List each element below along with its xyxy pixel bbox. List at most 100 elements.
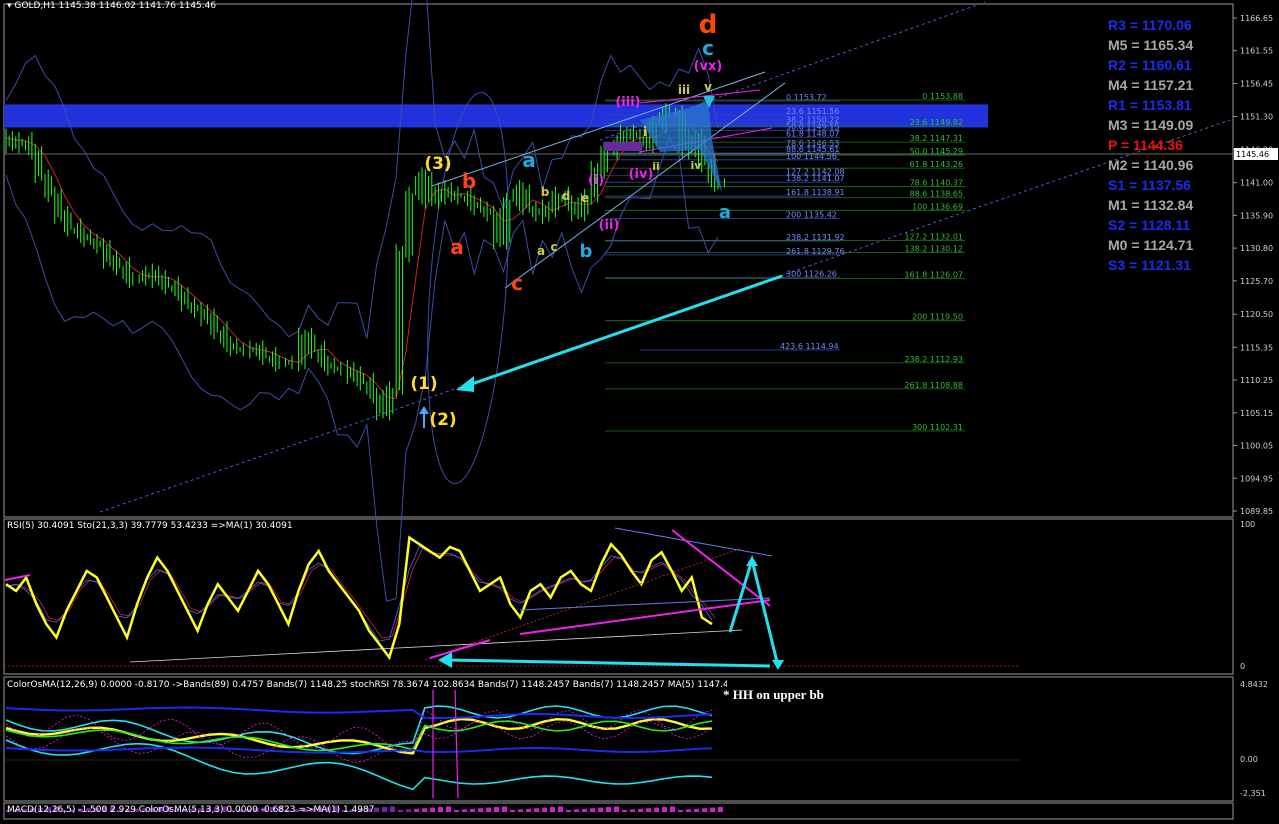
wave-label: (ii)	[599, 218, 620, 233]
fib-blue-label: 300 1126.26	[786, 269, 837, 278]
wave-label: v	[704, 80, 712, 94]
price-axis-tick-label: 1130.80	[1240, 244, 1273, 253]
rsi-header: RSI(5) 30.4091 Sto(21,3,3) 39.7779 53.42…	[7, 521, 293, 531]
rsi-magenta-low	[429, 639, 491, 659]
rsi-arrow-line	[447, 658, 771, 668]
wave-label: c	[702, 36, 714, 60]
fib-blue-label: 200 1135.42	[786, 210, 837, 219]
price-axis-tick-label: 1166.65	[1240, 14, 1273, 23]
pivot-level: M0 = 1124.71	[1108, 237, 1194, 253]
rsi-top-line	[614, 527, 773, 557]
hh-note: * HH on upper bb	[723, 687, 824, 702]
price-axis-tick-label: 1151.30	[1240, 113, 1273, 122]
wave-label: b	[462, 169, 476, 193]
wave-label: c	[550, 240, 557, 254]
fib-blue-label: 423.6 1114.94	[780, 342, 839, 351]
pivot-level: P = 1144.36	[1108, 137, 1183, 153]
rsi-axis-tick-label: 100	[1240, 520, 1255, 529]
pivot-level: R2 = 1160.61	[1108, 57, 1192, 73]
macd-header: MACD(12,26,5) -1.500 2.929 ColorOsMA(5,1…	[7, 805, 375, 815]
chart-header[interactable]: ▾ GOLD,H1 1145.38 1146.02 1141.76 1145.4…	[7, 1, 216, 12]
rsi-zigzag	[728, 554, 780, 667]
osma-axis-tick-label: 0.00	[1240, 755, 1258, 764]
price-axis-tick-label: 1115.35	[1240, 343, 1273, 352]
fib-green-label: 161.8 1126.07	[904, 270, 963, 279]
stoch-main-line	[5, 545, 713, 642]
rsi-zigzag-head-up	[746, 556, 758, 566]
wave-label: a	[719, 202, 731, 223]
fib-blue-label: 0 1153.72	[786, 93, 827, 102]
fib-blue-label: 100 1144.56	[786, 152, 837, 161]
price-axis-tick-label: 1094.95	[1240, 474, 1273, 483]
up-arrow-head	[419, 406, 429, 414]
fib-green-label: 50.0 1145.29	[910, 147, 963, 156]
rsi-layer	[4, 527, 1020, 670]
pivot-level: M1 = 1132.84	[1108, 197, 1194, 213]
pivot-level: S1 = 1137.56	[1108, 177, 1191, 193]
wave-label: a	[522, 148, 536, 172]
pivot-level: R1 = 1153.81	[1108, 97, 1192, 113]
osma-blue-top	[5, 706, 713, 720]
fib-green-label: 238.2 1112.93	[904, 355, 963, 364]
price-axis-tick-label: 1161.55	[1240, 47, 1273, 56]
rsi-panel-frame	[3, 518, 1234, 675]
fib-green-label: 300 1102.31	[912, 423, 963, 432]
wave-label: (1)	[410, 374, 437, 394]
fib-blue-label: 61.8 1148.07	[786, 129, 839, 138]
pivot-level: M4 = 1157.21	[1108, 77, 1194, 93]
price-axis-tick-label: 1100.05	[1240, 442, 1273, 451]
pivot-level: S2 = 1128.11	[1108, 217, 1191, 233]
rsi-blue-line	[519, 597, 771, 611]
wave-label: (i)	[588, 173, 604, 188]
wave-label: (2)	[429, 410, 456, 430]
dropdown-icon[interactable]: ▾	[7, 1, 12, 11]
purple-zone	[604, 142, 642, 151]
symbol-title: GOLD,H1	[14, 1, 56, 11]
price-axis-tick-label: 1120.50	[1240, 310, 1273, 319]
osma-layer	[4, 689, 1020, 799]
wave-label: iii	[678, 83, 690, 97]
wave-label: (3)	[424, 154, 451, 174]
rsi-dotted-line	[424, 547, 743, 661]
fib-green-label: 200 1119.50	[912, 313, 963, 322]
current-price-tag: 1145.46	[1236, 150, 1269, 159]
wave-label: (vx)	[694, 59, 723, 74]
fib-green-label: 0 1153.88	[922, 92, 963, 101]
osma-cyan-lower	[5, 739, 713, 791]
pivot-level: M3 = 1149.09	[1108, 117, 1194, 133]
price-axis-tick-label: 1110.25	[1240, 376, 1273, 385]
wave-label: (iii)	[615, 95, 640, 110]
chart-window[interactable]: 0 1153.72 23.6 1151.56 38.2 1150.22 50.0 11…	[0, 0, 1279, 820]
fib-blue-label: 138.2 1141.07	[786, 174, 845, 183]
pivot-level: S3 = 1121.31	[1108, 257, 1191, 273]
pivot-band	[4, 104, 988, 128]
wave-label: d	[562, 189, 571, 203]
wave-label: iv	[691, 159, 703, 172]
osma-axis-tick-label: -2.351	[1240, 789, 1266, 798]
price-panel-frame	[3, 3, 1234, 518]
fib-green-label: 261.8 1108.88	[904, 381, 963, 390]
bollinger-upper	[5, 0, 719, 339]
chart-canvas[interactable]: 0 1153.7223.6 1151.5638.2 1150.2250.0 11…	[0, 0, 1279, 820]
rsi-axis-tick-label: 0	[1240, 662, 1245, 671]
wave-label: e	[581, 191, 589, 205]
wave-label: a	[537, 244, 545, 258]
rsi-line	[5, 535, 713, 661]
rsi-zigzag-head-down	[772, 660, 784, 670]
wave-label: i	[643, 125, 647, 140]
fib-green-label: 100 1136.69	[912, 202, 963, 211]
price-axis-tick-label: 1089.85	[1240, 507, 1273, 516]
osma-axis-tick-label: 4.8432	[1240, 680, 1268, 689]
price-layer: 0 1153.7223.6 1151.5638.2 1150.2250.0 11…	[4, 0, 1233, 602]
price-axis-tick-label: 1156.45	[1240, 79, 1273, 88]
fib-blue-label: 161.8 1138.91	[786, 188, 845, 197]
wave-label: b	[580, 241, 593, 262]
ohlc-values: 1145.38 1146.02 1141.76 1145.46	[58, 1, 217, 11]
price-axis-tick-label: 1125.70	[1240, 277, 1273, 286]
wave-label: (iv)	[629, 167, 654, 182]
price-axis-tick-label: 1135.90	[1240, 211, 1273, 220]
price-axis-tick-label: 1105.15	[1240, 409, 1273, 418]
wave-label: b	[541, 185, 550, 199]
fib-green-label: 127.2 1132.01	[904, 232, 963, 241]
pivot-level: M2 = 1140.96	[1108, 157, 1194, 173]
